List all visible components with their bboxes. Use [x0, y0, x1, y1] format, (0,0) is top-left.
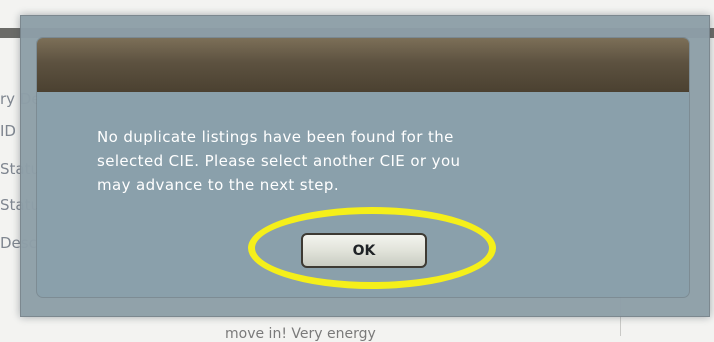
dialog-message-line: selected CIE. Please select another CIE … [97, 152, 461, 170]
dialog-message-line: No duplicate listings have been found fo… [97, 128, 454, 146]
background-label-id: ID [0, 122, 16, 140]
ok-button[interactable]: OK [301, 233, 427, 268]
dialog-header [37, 38, 689, 92]
dialog-message-line: may advance to the next step. [97, 176, 340, 194]
dialog-message: No duplicate listings have been found fo… [97, 125, 637, 197]
background-description-text: move in! Very energy [225, 326, 376, 342]
